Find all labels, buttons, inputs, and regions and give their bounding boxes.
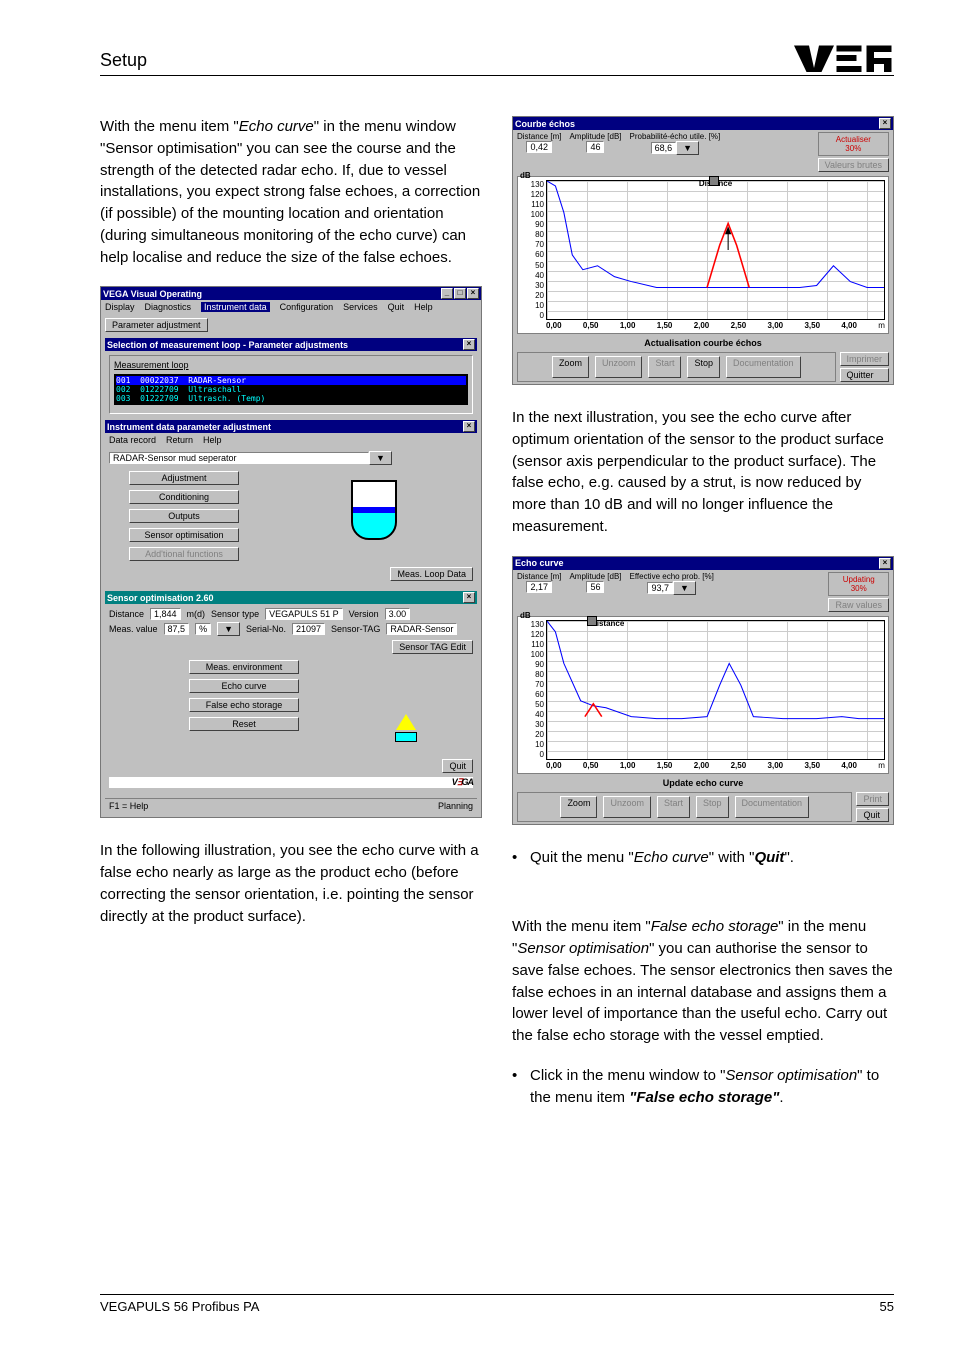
sensor-tag-edit-button[interactable]: Sensor TAG Edit	[392, 640, 473, 654]
documentation-button[interactable]: Documentation	[735, 796, 810, 818]
stop-button[interactable]: Stop	[687, 356, 720, 378]
stop-button[interactable]: Stop	[696, 796, 729, 818]
echo-curve-button[interactable]: Echo curve	[189, 679, 299, 693]
vega-logo	[794, 40, 894, 81]
vvo-title: VEGA Visual Operating	[103, 289, 202, 299]
false-echo-storage-button[interactable]: False echo storage	[189, 698, 299, 712]
meas-loop-label: Measurement loop	[114, 360, 189, 370]
planning-status: Planning	[438, 801, 473, 811]
close-icon[interactable]: ×	[463, 339, 475, 350]
start-button[interactable]: Start	[648, 356, 681, 378]
dropdown-icon[interactable]: ▼	[673, 581, 696, 595]
additional-functions-button: Add'tional functions	[129, 547, 239, 561]
conditioning-button[interactable]: Conditioning	[129, 490, 239, 504]
right-para-2: With the menu item "False echo storage" …	[512, 916, 894, 1047]
echo-chart-2: dB 1301201101009080706050403020100 Dista…	[517, 616, 889, 774]
footer-left: VEGAPULS 56 Profibus PA	[100, 1299, 259, 1314]
dropdown-icon[interactable]: ▼	[217, 622, 240, 636]
close-icon[interactable]: ×	[463, 592, 475, 603]
page-header-title: Setup	[100, 50, 147, 71]
right-para-1: In the next illustration, you see the ec…	[512, 407, 894, 538]
close-icon[interactable]: ×	[879, 558, 891, 569]
loop-list[interactable]: 001 00022037 RADAR-Sensor 002 01222709 U…	[114, 374, 468, 405]
unzoom-button[interactable]: Unzoom	[603, 796, 651, 818]
zoom-button[interactable]: Zoom	[560, 796, 597, 818]
left-para-1: With the menu item "Echo curve" in the m…	[100, 116, 482, 268]
sensor-field[interactable]: RADAR-Sensor mud seperator	[109, 452, 369, 464]
echo-curve-2-screenshot: Echo curve× Distance [m]2,17 Amplitude […	[512, 556, 894, 825]
close-icon[interactable]: ×	[463, 421, 475, 432]
quit-echo-button[interactable]: Quitter	[840, 368, 890, 382]
zoom-button[interactable]: Zoom	[552, 356, 589, 378]
outputs-button[interactable]: Outputs	[129, 509, 239, 523]
dropdown-icon[interactable]: ▼	[676, 141, 699, 155]
warning-vessel-icon	[395, 714, 417, 742]
start-button[interactable]: Start	[657, 796, 690, 818]
dropdown-icon[interactable]: ▼	[369, 451, 392, 465]
meas-loop-data-button[interactable]: Meas. Loop Data	[390, 567, 473, 581]
left-para-2: In the following illustration, you see t…	[100, 840, 482, 927]
raw-values-button[interactable]: Raw values	[828, 598, 889, 612]
reset-button[interactable]: Reset	[189, 717, 299, 731]
vega-logo-small: V∃GA	[109, 777, 473, 788]
vvo-screenshot: VEGA Visual Operating _□× DisplayDiagnos…	[100, 286, 482, 818]
bullet-false-echo: • Click in the menu window to "Sensor op…	[512, 1065, 894, 1109]
echo-chart-1: dB 1301201101009080706050403020100 Dista…	[517, 176, 889, 334]
help-hint: F1 = Help	[109, 801, 148, 811]
echo-curve-1-screenshot: Courbe échos× Distance [m]0,42 Amplitude…	[512, 116, 894, 385]
print-button[interactable]: Imprimer	[840, 352, 890, 366]
documentation-button[interactable]: Documentation	[726, 356, 801, 378]
close-icon[interactable]: ×	[467, 288, 479, 299]
page-number: 55	[880, 1299, 894, 1314]
minimize-icon[interactable]: _	[441, 288, 453, 299]
unzoom-button[interactable]: Unzoom	[595, 356, 643, 378]
close-icon[interactable]: ×	[879, 118, 891, 129]
bullet-quit: • Quit the menu "Echo curve" with "Quit"…	[512, 847, 894, 869]
quit-echo-button[interactable]: Quit	[856, 808, 889, 822]
sensor-optimisation-button[interactable]: Sensor optimisation	[129, 528, 239, 542]
param-adjust-button[interactable]: Parameter adjustment	[105, 318, 208, 332]
quit-button[interactable]: Quit	[442, 759, 473, 773]
print-button[interactable]: Print	[856, 792, 889, 806]
adjustment-button[interactable]: Adjustment	[129, 471, 239, 485]
raw-values-button[interactable]: Valeurs brutes	[818, 158, 889, 172]
meas-environment-button[interactable]: Meas. environment	[189, 660, 299, 674]
vvo-menubar[interactable]: DisplayDiagnosticsInstrument dataConfigu…	[101, 300, 481, 314]
vessel-icon	[351, 480, 397, 540]
maximize-icon[interactable]: □	[454, 288, 466, 299]
